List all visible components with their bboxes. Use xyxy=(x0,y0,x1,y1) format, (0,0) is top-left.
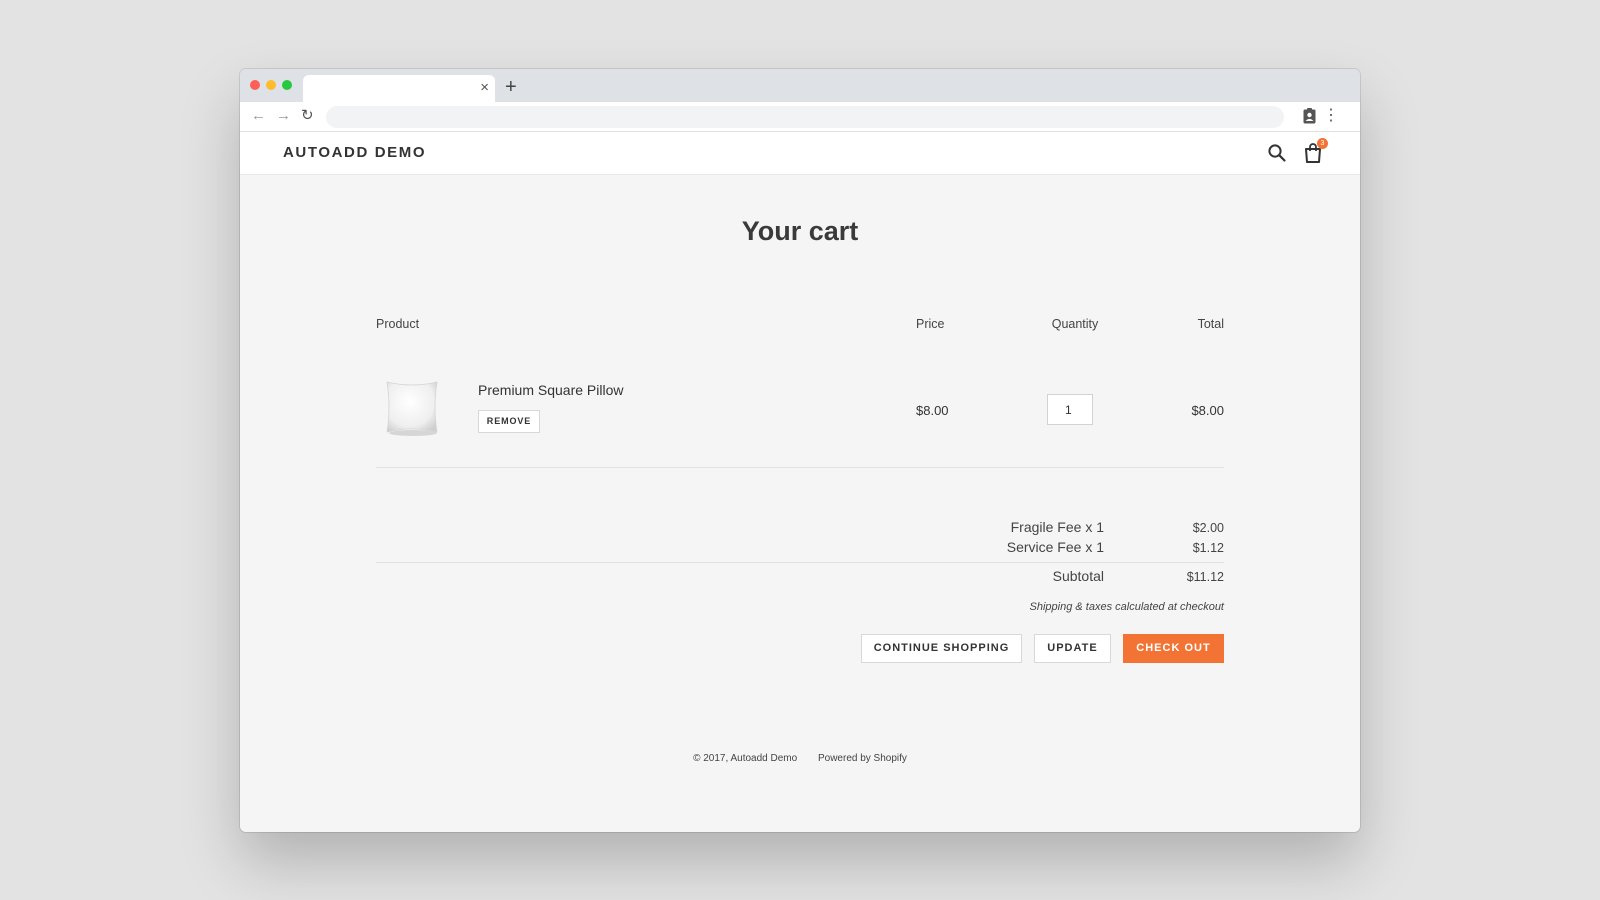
browser-toolbar: ← → ↻ ⋮ xyxy=(240,102,1360,132)
site-footer: © 2017, Autoadd Demo Powered by Shopify xyxy=(240,753,1360,764)
maximize-window-dot[interactable] xyxy=(282,80,292,90)
forward-arrow-icon[interactable]: → xyxy=(276,106,291,126)
search-icon[interactable] xyxy=(1267,143,1287,163)
service-fee-value: $1.12 xyxy=(1192,541,1224,555)
fragile-fee-label: Fragile Fee x 1 xyxy=(1010,519,1104,535)
product-thumbnail[interactable] xyxy=(382,377,442,437)
back-arrow-icon[interactable]: ← xyxy=(251,106,266,126)
address-bar[interactable] xyxy=(326,106,1284,128)
store-logo[interactable]: AUTOADD DEMO xyxy=(283,144,426,161)
subtotal-divider xyxy=(376,562,1224,563)
tab-bar: × + xyxy=(240,69,1360,102)
close-tab-icon[interactable]: × xyxy=(480,78,489,98)
update-button[interactable]: UPDATE xyxy=(1034,634,1111,663)
quantity-input[interactable] xyxy=(1047,394,1093,425)
contact-badge-icon[interactable] xyxy=(1303,108,1316,124)
subtotal-value: $11.12 xyxy=(1186,570,1224,584)
window-controls xyxy=(250,80,292,90)
cart-count-badge: 3 xyxy=(1317,138,1328,149)
powered-by-link[interactable]: Powered by Shopify xyxy=(818,753,907,764)
continue-shopping-button[interactable]: CONTINUE SHOPPING xyxy=(861,634,1022,663)
remove-button[interactable]: REMOVE xyxy=(478,410,540,433)
column-header-quantity: Quantity xyxy=(1051,317,1099,331)
fragile-fee-value: $2.00 xyxy=(1192,521,1224,535)
more-menu-icon[interactable]: ⋮ xyxy=(1323,106,1339,126)
checkout-button[interactable]: CHECK OUT xyxy=(1123,634,1224,663)
subtotal-label: Subtotal xyxy=(1052,568,1104,584)
shipping-note: Shipping & taxes calculated at checkout xyxy=(1029,601,1224,613)
column-header-product: Product xyxy=(376,317,420,331)
item-total: $8.00 xyxy=(1191,403,1224,418)
column-header-total: Total xyxy=(1197,317,1224,331)
new-tab-icon[interactable]: + xyxy=(505,75,517,99)
site-header: AUTOADD DEMO 3 xyxy=(240,132,1360,175)
close-window-dot[interactable] xyxy=(250,80,260,90)
reload-icon[interactable]: ↻ xyxy=(301,106,314,126)
row-divider xyxy=(376,467,1224,468)
column-header-price: Price xyxy=(916,317,945,331)
page-title: Your cart xyxy=(741,216,859,246)
item-price: $8.00 xyxy=(916,403,949,418)
minimize-window-dot[interactable] xyxy=(266,80,276,90)
product-name-link[interactable]: Premium Square Pillow xyxy=(478,382,624,398)
browser-tab[interactable]: × xyxy=(303,75,495,102)
service-fee-label: Service Fee x 1 xyxy=(1006,539,1104,555)
copyright-text: © 2017, Autoadd Demo xyxy=(693,753,798,764)
browser-window: × + ← → ↻ ⋮ AUTOADD DEMO 3 Your cart Pro… xyxy=(240,69,1360,832)
